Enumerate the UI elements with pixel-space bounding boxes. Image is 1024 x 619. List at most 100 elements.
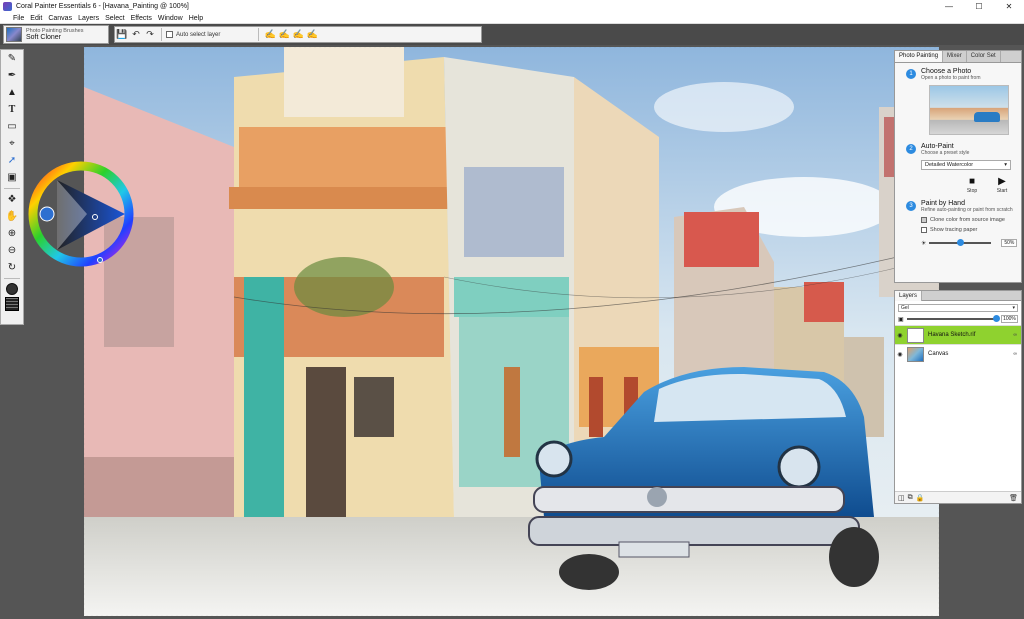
brush-selector[interactable]: Photo Painting Brushes Soft Cloner	[3, 25, 109, 44]
maximize-button[interactable]: ☐	[964, 0, 994, 13]
layers-panel: Layers Gel ▾ ▣ 100% ◉ Havana Sketch.rif …	[894, 290, 1022, 504]
crop-icon[interactable]: ⌖	[1, 135, 23, 152]
step-choose-photo: 1 Choose a Photo Open a photo to paint f…	[895, 68, 1021, 81]
layer-name: Havana Sketch.rif	[928, 332, 976, 338]
selection-icon[interactable]: ▣	[1, 169, 23, 186]
step-subtitle: Open a photo to paint from	[921, 75, 981, 81]
layer-thumbnail	[907, 346, 924, 362]
close-button[interactable]: ✕	[994, 0, 1024, 13]
duplicate-layer-icon[interactable]: ⧉	[908, 494, 913, 502]
preset-dropdown[interactable]: Detailed Watercolor ▾	[921, 160, 1011, 170]
panel-tabs: Photo Painting Mixer Color Set	[895, 51, 1021, 63]
color-wheel-graphic	[28, 161, 134, 267]
start-label: Start	[996, 188, 1008, 194]
clone-color-checkbox[interactable]	[921, 217, 927, 223]
tracing-opacity-slider[interactable]: ☀ 50%	[921, 239, 1021, 247]
hand-icon[interactable]: ✋	[1, 208, 23, 225]
minimize-button[interactable]: —	[934, 0, 964, 13]
trash-icon[interactable]: 🗑	[1009, 494, 1018, 502]
menu-layers[interactable]: Layers	[75, 15, 102, 22]
brush-thumbnail	[6, 27, 22, 42]
tab-photo-painting[interactable]: Photo Painting	[895, 51, 944, 62]
menu-window[interactable]: Window	[155, 15, 186, 22]
link-icon[interactable]: ∞	[1013, 332, 1017, 338]
slider-knob[interactable]	[957, 239, 965, 246]
chevron-down-icon: ▾	[1012, 305, 1015, 311]
slider-track[interactable]	[929, 239, 992, 246]
step-title: Auto-Paint	[921, 143, 954, 150]
title-bar: Coral Painter Essentials 6 - [Havana_Pai…	[0, 0, 1024, 13]
property-bar: Photo Painting Brushes Soft Cloner 💾 ↶ ↷…	[0, 24, 1024, 45]
painting-canvas[interactable]	[84, 47, 939, 616]
tracing-paper-option[interactable]: Show tracing paper	[921, 227, 1021, 233]
layer-item-canvas[interactable]: ◉ Canvas ∞	[895, 344, 1021, 363]
transform-icon[interactable]: ➚	[1, 152, 23, 169]
brush-icon[interactable]: ✎	[1, 50, 23, 67]
menu-edit[interactable]: Edit	[27, 15, 45, 22]
color-wheel[interactable]	[27, 160, 135, 268]
menu-file[interactable]: File	[10, 15, 27, 22]
fill-icon[interactable]: ▲	[1, 84, 23, 101]
eraser-icon[interactable]: ▭	[1, 118, 23, 135]
auto-paint-controls: ■ Stop ▶ Start	[957, 176, 1021, 194]
auto-select-checkbox[interactable]	[166, 31, 173, 38]
blend-mode-dropdown[interactable]: Gel ▾	[898, 304, 1018, 312]
window-title: Coral Painter Essentials 6 - [Havana_Pai…	[16, 3, 189, 10]
source-photo-thumbnail[interactable]	[929, 85, 1009, 135]
text-icon[interactable]: T	[1, 101, 23, 118]
layer-opacity-slider[interactable]: ▣ 100%	[898, 315, 1018, 323]
tracing-paper-label: Show tracing paper	[930, 227, 978, 233]
zoom-out-icon[interactable]: ⊖	[1, 242, 23, 259]
photo-painting-panel: Photo Painting Mixer Color Set 1 Choose …	[894, 50, 1022, 283]
brightness-icon: ☀	[921, 240, 927, 247]
toolbox: ✎ ✒ ▲ T ▭ ⌖ ➚ ▣ ❖ ✋ ⊕ ⊖ ↻	[0, 49, 24, 325]
slider-knob[interactable]	[993, 315, 1000, 322]
eye-icon[interactable]: ◉	[895, 332, 905, 339]
step-auto-paint: 2 Auto-Paint Choose a preset style	[895, 143, 1021, 156]
menu-select[interactable]: Select	[102, 15, 127, 22]
chevron-down-icon: ▾	[1004, 162, 1007, 168]
start-button[interactable]: ▶ Start	[987, 176, 1017, 194]
layer-name: Canvas	[928, 351, 949, 357]
zoom-in-icon[interactable]: ⊕	[1, 225, 23, 242]
layer-adjust-icon[interactable]: ❖	[1, 191, 23, 208]
align-left-icon[interactable]: ✍	[263, 28, 277, 41]
step-subtitle: Choose a preset style	[921, 150, 970, 156]
redo-icon[interactable]: ↷	[143, 28, 157, 41]
tracing-opacity-value[interactable]: 50%	[1001, 239, 1018, 247]
align-right-icon[interactable]: ✍	[291, 28, 305, 41]
eye-icon[interactable]: ◉	[895, 351, 905, 358]
align-center-icon[interactable]: ✍	[277, 28, 291, 41]
menu-help[interactable]: Help	[186, 15, 206, 22]
tab-color-set[interactable]: Color Set	[967, 51, 1001, 62]
new-layer-icon[interactable]: ◫	[898, 494, 905, 502]
play-icon: ▶	[998, 176, 1006, 187]
main-color-swatch[interactable]	[6, 283, 18, 295]
menu-effects[interactable]: Effects	[128, 15, 155, 22]
blend-mode-value: Gel	[901, 305, 909, 311]
link-icon[interactable]: ∞	[1013, 351, 1017, 357]
tool-options: 💾 ↶ ↷ Auto select layer ✍ ✍ ✍ ✍	[114, 26, 482, 43]
rotate-icon[interactable]: ↻	[1, 259, 23, 276]
step-title: Choose a Photo	[921, 68, 972, 75]
layer-item-havana-sketch[interactable]: ◉ Havana Sketch.rif ∞	[895, 325, 1021, 344]
step-number: 1	[906, 69, 916, 79]
layers-footer: ◫ ⧉ 🔒 🗑	[895, 491, 1021, 503]
tab-mixer[interactable]: Mixer	[943, 51, 967, 62]
dropper-icon[interactable]: ✒	[1, 67, 23, 84]
brush-name: Soft Cloner	[26, 34, 62, 41]
tab-layers[interactable]: Layers	[895, 291, 923, 301]
stop-button[interactable]: ■ Stop	[957, 176, 987, 194]
menu-bar: File Edit Canvas Layers Select Effects W…	[0, 13, 1024, 24]
lock-icon[interactable]: 🔒	[916, 494, 925, 502]
paper-texture-swatch[interactable]	[5, 297, 19, 311]
distribute-icon[interactable]: ✍	[305, 28, 319, 41]
save-icon[interactable]: 💾	[115, 28, 129, 41]
menu-canvas[interactable]: Canvas	[45, 15, 75, 22]
step-number: 3	[906, 201, 916, 211]
slider-track[interactable]	[906, 315, 1000, 322]
layer-opacity-value[interactable]: 100%	[1001, 315, 1018, 323]
tracing-paper-checkbox[interactable]	[921, 227, 927, 233]
undo-icon[interactable]: ↶	[129, 28, 143, 41]
clone-color-option[interactable]: Clone color from source image	[921, 217, 1021, 223]
